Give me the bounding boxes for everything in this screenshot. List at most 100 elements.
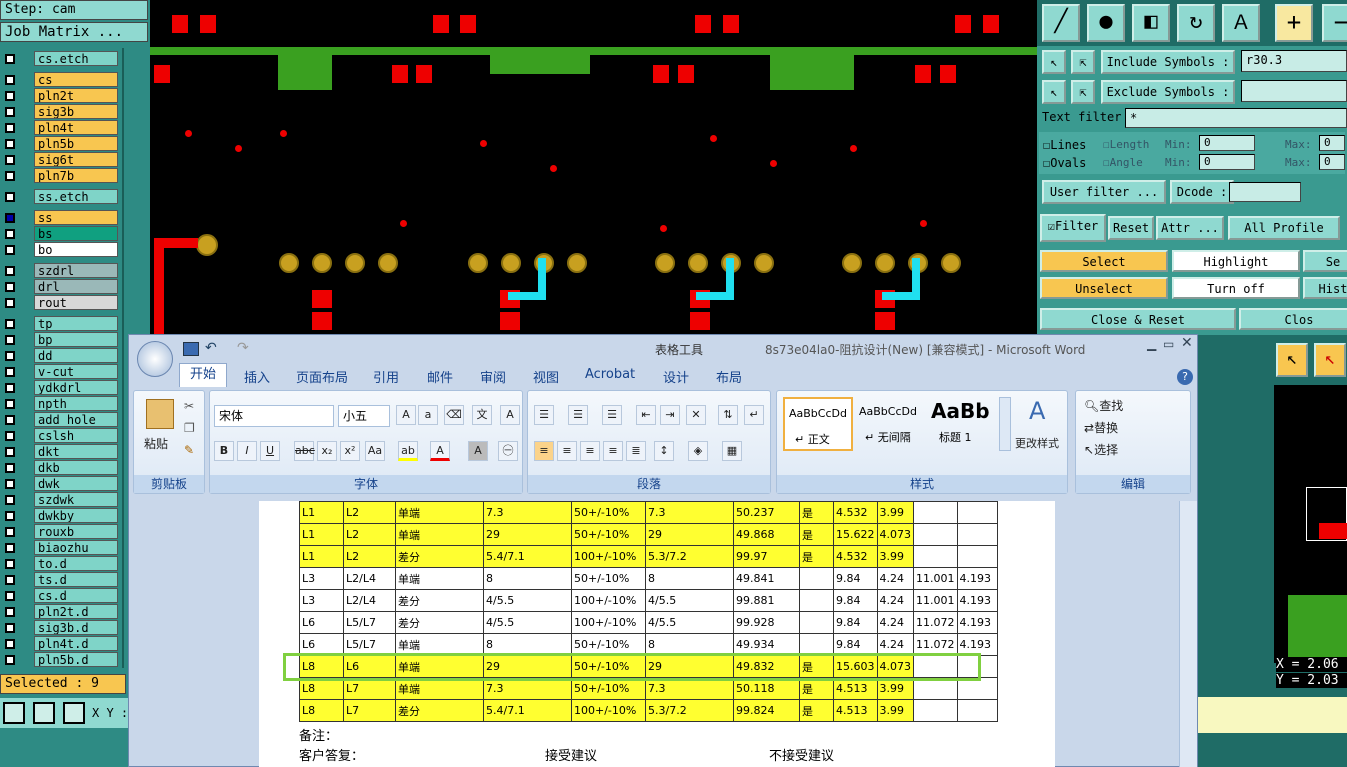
layer-visibility-checkbox[interactable]	[5, 107, 15, 117]
layer-row[interactable]: pln2t.d	[0, 604, 120, 620]
table-cell[interactable]: 4.193	[956, 567, 998, 590]
layer-name[interactable]: pln4t.d	[34, 636, 118, 651]
table-cell[interactable]: 3.99	[876, 699, 914, 722]
line-spacing-icon[interactable]: ↕	[654, 441, 674, 461]
char-shading-icon[interactable]: A	[468, 441, 488, 461]
table-cell[interactable]	[799, 589, 834, 612]
table-cell[interactable]: 15.622	[833, 523, 878, 546]
layer-name[interactable]: biaozhu	[34, 540, 118, 555]
layer-row[interactable]: dwk	[0, 476, 120, 492]
layer-visibility-checkbox[interactable]	[5, 639, 15, 649]
layer-row[interactable]: pln4t	[0, 120, 120, 136]
layer-row[interactable]: bp	[0, 332, 120, 348]
tab-acrobat[interactable]: Acrobat	[585, 367, 635, 382]
layer-visibility-checkbox[interactable]	[5, 54, 15, 64]
table-cell[interactable]: 单端	[395, 567, 484, 590]
layer-row[interactable]: dd	[0, 348, 120, 364]
arc-tool-icon[interactable]: ↻	[1177, 4, 1215, 42]
char-border-icon[interactable]: A	[500, 405, 520, 425]
layer-row[interactable]: szdrl	[0, 263, 120, 279]
tab-review[interactable]: 审阅	[480, 367, 506, 386]
clear-format-icon[interactable]: ⌫	[444, 405, 464, 425]
table-cell[interactable]: L2	[343, 545, 396, 568]
ovals-checkbox[interactable]: ☐Ovals	[1043, 156, 1086, 170]
underline-icon[interactable]: U	[260, 441, 280, 461]
strikethrough-icon[interactable]: abc	[294, 441, 315, 461]
close-button[interactable]: Clos	[1239, 308, 1347, 330]
align-right-icon[interactable]: ≡	[580, 441, 600, 461]
tab-view[interactable]: 视图	[533, 367, 559, 386]
layer-visibility-checkbox[interactable]	[5, 335, 15, 345]
table-cell[interactable]: L3	[299, 567, 344, 590]
layer-visibility-checkbox[interactable]	[5, 75, 15, 85]
layer-name[interactable]: sig6t	[34, 152, 118, 167]
table-cell[interactable]: L8	[299, 699, 344, 722]
layer-row[interactable]: cs	[0, 72, 120, 88]
table-cell[interactable]: 9.84	[833, 589, 878, 612]
layer-row[interactable]: bo	[0, 242, 120, 258]
table-cell[interactable]: 4.193	[956, 611, 998, 634]
exclude-pick-icon[interactable]: ↖	[1042, 80, 1066, 104]
save-icon[interactable]	[183, 342, 199, 356]
style-heading-1[interactable]: AaBb 标题 1	[927, 397, 997, 451]
layer-name[interactable]: ss	[34, 210, 118, 225]
layer-name[interactable]: add_hole	[34, 412, 118, 427]
table-cell[interactable]: 5.4/7.1	[483, 699, 572, 722]
table-cell[interactable]: 4.513	[833, 699, 878, 722]
table-cell[interactable]: 100+/-10%	[571, 589, 646, 612]
select-button[interactable]: ↖选择	[1084, 441, 1118, 458]
help-icon[interactable]: ?	[1177, 369, 1193, 385]
shrink-font-icon[interactable]: a	[418, 405, 438, 425]
close-reset-button[interactable]: Close & Reset	[1040, 308, 1236, 330]
turn-off-button[interactable]: Turn off	[1172, 277, 1300, 299]
layer-name[interactable]: pln7b	[34, 168, 118, 183]
length-checkbox[interactable]: ☐Length	[1103, 138, 1149, 151]
table-cell[interactable]	[956, 501, 998, 524]
layer-name[interactable]: pln5b.d	[34, 652, 118, 667]
include-pick-icon[interactable]: ↖	[1042, 50, 1066, 74]
history-button[interactable]: Hist	[1303, 277, 1347, 299]
phonetic-icon[interactable]: 文	[472, 405, 492, 425]
table-cell[interactable]: 4.24	[876, 589, 914, 612]
layer-visibility-checkbox[interactable]	[5, 383, 15, 393]
table-cell[interactable]: 50+/-10%	[571, 567, 646, 590]
paste-icon[interactable]	[146, 399, 174, 429]
layer-name[interactable]: ts.d	[34, 572, 118, 587]
layer-name[interactable]: dkb	[34, 460, 118, 475]
table-cell[interactable]: 4/5.5	[483, 589, 572, 612]
font-color-icon[interactable]: A	[430, 441, 450, 461]
table-cell[interactable]: 9.84	[833, 567, 878, 590]
table-cell[interactable]: L1	[299, 523, 344, 546]
tab-home[interactable]: 开始	[179, 363, 227, 387]
layer-name[interactable]: pln4t	[34, 120, 118, 135]
layer-name[interactable]: sig3b	[34, 104, 118, 119]
layer-visibility-checkbox[interactable]	[5, 543, 15, 553]
layer-visibility-checkbox[interactable]	[5, 415, 15, 425]
table-cell[interactable]: 4.24	[876, 611, 914, 634]
table-cell[interactable]: 差分	[395, 545, 484, 568]
copy-icon[interactable]: ❐	[184, 421, 195, 435]
align-left-icon[interactable]: ≡	[534, 441, 554, 461]
borders-icon[interactable]: ▦	[722, 441, 742, 461]
table-cell[interactable]: 5.3/7.2	[645, 545, 734, 568]
exclude-multi-icon[interactable]: ⇱	[1071, 80, 1095, 104]
table-cell[interactable]: L1	[299, 545, 344, 568]
layer-visibility-checkbox[interactable]	[5, 527, 15, 537]
table-cell[interactable]: 4.24	[876, 567, 914, 590]
highlight-color-icon[interactable]: ab	[398, 441, 418, 461]
layer-visibility-checkbox[interactable]	[5, 607, 15, 617]
layer-visibility-checkbox[interactable]	[5, 623, 15, 633]
table-cell[interactable]	[956, 523, 998, 546]
table-cell[interactable]: 99.97	[733, 545, 800, 568]
table-cell[interactable]: 49.841	[733, 567, 800, 590]
find-button[interactable]: 🔍︎查找	[1084, 397, 1123, 414]
layer-visibility-checkbox[interactable]	[5, 575, 15, 585]
paste-button[interactable]: 粘贴	[144, 435, 168, 452]
table-cell[interactable]: L2/L4	[343, 567, 396, 590]
text-tool-icon[interactable]: Ａ	[1222, 4, 1260, 42]
layer-visibility-checkbox[interactable]	[5, 91, 15, 101]
layer-name[interactable]: rout	[34, 295, 118, 310]
table-cell[interactable]: 50.237	[733, 501, 800, 524]
include-multi-icon[interactable]: ⇱	[1071, 50, 1095, 74]
table-cell[interactable]: L2	[343, 523, 396, 546]
